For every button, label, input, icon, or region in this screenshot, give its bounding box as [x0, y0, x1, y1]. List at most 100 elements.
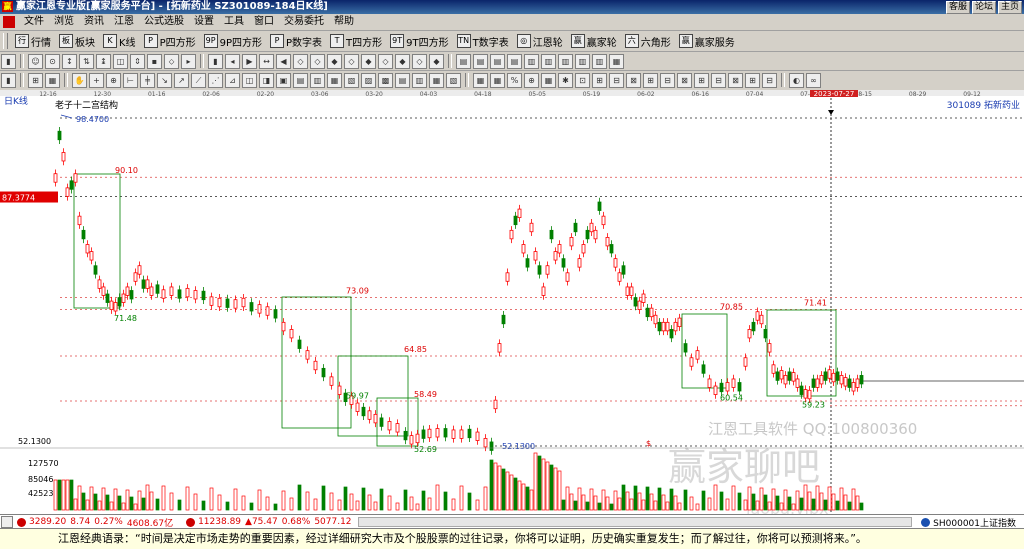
draw-tool-icon-14[interactable]: ◂: [225, 53, 240, 69]
draw-tool-icon-11[interactable]: ▸: [181, 53, 196, 69]
homepage-link[interactable]: 主页: [997, 1, 1022, 14]
tool-tool-icon-7[interactable]: ⊕: [106, 72, 121, 88]
tool-tool-icon-2[interactable]: ⊞: [28, 72, 43, 88]
tool-tool-icon-17[interactable]: ▣: [276, 72, 291, 88]
tool-tool-icon-43[interactable]: ⊟: [711, 72, 726, 88]
quotes-button[interactable]: 行行情: [11, 34, 55, 49]
tool-tool-icon-27[interactable]: ▧: [446, 72, 461, 88]
draw-tool-icon-2[interactable]: ☺: [28, 53, 43, 69]
draw-tool-icon-28[interactable]: ▤: [456, 53, 471, 69]
kline-chart[interactable]: 12-16 12-30 01-16 02-06 02-20 03-06 03-20 04-03…: [0, 90, 1024, 518]
gann-wheel-button[interactable]: ◎ 江恩轮: [513, 34, 567, 49]
tool-tool-icon-13[interactable]: ⋰: [208, 72, 223, 88]
tool-tool-icon-48[interactable]: ◐: [789, 72, 804, 88]
customer-service-link[interactable]: 客服: [945, 1, 970, 14]
winner-service-button[interactable]: 赢赢家服务: [675, 34, 739, 49]
tool-tool-icon-9[interactable]: ╪: [140, 72, 155, 88]
tool-tool-icon-45[interactable]: ⊞: [745, 72, 760, 88]
p-square-button[interactable]: P P四方形: [140, 34, 200, 49]
draw-tool-icon-16[interactable]: ↔: [259, 53, 274, 69]
tool-tool-icon-41[interactable]: ⊠: [677, 72, 692, 88]
draw-tool-icon-36[interactable]: ▥: [592, 53, 607, 69]
draw-tool-icon-13[interactable]: ▮: [208, 53, 223, 69]
tool-tool-icon-5[interactable]: ✋: [72, 72, 87, 88]
tool-tool-icon-30[interactable]: ▦: [490, 72, 505, 88]
tool-tool-icon-0[interactable]: ▮: [1, 72, 16, 88]
draw-tool-icon-8[interactable]: ⇕: [130, 53, 145, 69]
tool-tool-icon-49[interactable]: ∞: [806, 72, 821, 88]
tool-tool-icon-35[interactable]: ⊡: [575, 72, 590, 88]
menu-window[interactable]: 窗口: [249, 14, 279, 30]
tool-tool-icon-25[interactable]: ▥: [412, 72, 427, 88]
draw-tool-icon-30[interactable]: ▤: [490, 53, 505, 69]
tool-tool-icon-37[interactable]: ⊟: [609, 72, 624, 88]
draw-tool-icon-31[interactable]: ▤: [507, 53, 522, 69]
hexagon-button[interactable]: 六六角形: [621, 34, 675, 49]
draw-tool-icon-17[interactable]: ◀: [276, 53, 291, 69]
menu-browse[interactable]: 浏览: [49, 14, 79, 30]
tool-tool-icon-29[interactable]: ▦: [473, 72, 488, 88]
tool-tool-icon-8[interactable]: ⊢: [123, 72, 138, 88]
tool-tool-icon-31[interactable]: %: [507, 72, 522, 88]
tool-tool-icon-39[interactable]: ⊞: [643, 72, 658, 88]
tool-tool-icon-6[interactable]: +: [89, 72, 104, 88]
draw-tool-icon-5[interactable]: ⇅: [79, 53, 94, 69]
tool-tool-icon-15[interactable]: ◫: [242, 72, 257, 88]
tool-tool-icon-36[interactable]: ⊞: [592, 72, 607, 88]
tool-tool-icon-14[interactable]: ⊿: [225, 72, 240, 88]
tool-tool-icon-38[interactable]: ⊠: [626, 72, 641, 88]
tool-tool-icon-21[interactable]: ▧: [344, 72, 359, 88]
tool-tool-icon-44[interactable]: ⊠: [728, 72, 743, 88]
draw-tool-icon-37[interactable]: ▦: [609, 53, 624, 69]
tool-tool-icon-20[interactable]: ▦: [327, 72, 342, 88]
status-scrollbar[interactable]: [357, 517, 913, 527]
draw-tool-icon-26[interactable]: ◆: [429, 53, 444, 69]
kline-button[interactable]: K K线: [99, 34, 140, 49]
9t-square-button[interactable]: 9T 9T四方形: [386, 34, 452, 49]
tool-tool-icon-33[interactable]: ▦: [541, 72, 556, 88]
tool-tool-icon-40[interactable]: ⊟: [660, 72, 675, 88]
draw-tool-icon-35[interactable]: ▥: [575, 53, 590, 69]
draw-tool-icon-19[interactable]: ◇: [310, 53, 325, 69]
draw-tool-icon-9[interactable]: ▪: [147, 53, 162, 69]
tool-tool-icon-10[interactable]: ↘: [157, 72, 172, 88]
t-number-table-button[interactable]: TN T数字表: [453, 34, 513, 49]
tool-tool-icon-11[interactable]: ↗: [174, 72, 189, 88]
draw-tool-icon-4[interactable]: ↕: [62, 53, 77, 69]
t-square-button[interactable]: T T四方形: [326, 34, 386, 49]
draw-tool-icon-29[interactable]: ▤: [473, 53, 488, 69]
kline-chart-panel[interactable]: 12-16 12-30 01-16 02-06 02-20 03-06 03-20 04-03…: [0, 90, 1024, 518]
draw-tool-icon-18[interactable]: ◇: [293, 53, 308, 69]
tool-tool-icon-24[interactable]: ▤: [395, 72, 410, 88]
draw-tool-icon-25[interactable]: ◇: [412, 53, 427, 69]
menu-gann[interactable]: 江恩: [109, 14, 139, 30]
tool-tool-icon-16[interactable]: ◨: [259, 72, 274, 88]
tool-tool-icon-34[interactable]: ✱: [558, 72, 573, 88]
draw-tool-icon-22[interactable]: ◆: [361, 53, 376, 69]
tool-tool-icon-32[interactable]: ⊕: [524, 72, 539, 88]
draw-tool-icon-6[interactable]: ↨: [96, 53, 111, 69]
menu-news[interactable]: 资讯: [79, 14, 109, 30]
draw-tool-icon-34[interactable]: ▥: [558, 53, 573, 69]
tool-tool-icon-23[interactable]: ▩: [378, 72, 393, 88]
forum-link[interactable]: 论坛: [971, 1, 996, 14]
draw-tool-icon-10[interactable]: ⬦: [164, 53, 179, 69]
draw-tool-icon-21[interactable]: ◇: [344, 53, 359, 69]
menu-file[interactable]: 文件: [19, 14, 49, 30]
9p-square-button[interactable]: 9P 9P四方形: [200, 34, 266, 49]
draw-tool-icon-15[interactable]: ▶: [242, 53, 257, 69]
draw-tool-icon-7[interactable]: ◫: [113, 53, 128, 69]
tool-tool-icon-42[interactable]: ⊞: [694, 72, 709, 88]
tool-tool-icon-18[interactable]: ▤: [293, 72, 308, 88]
index-select-icon[interactable]: [921, 517, 931, 527]
tool-tool-icon-26[interactable]: ▦: [429, 72, 444, 88]
draw-tool-icon-33[interactable]: ▥: [541, 53, 556, 69]
sectors-button[interactable]: 板板块: [55, 34, 99, 49]
menu-formula-select[interactable]: 公式选股: [139, 14, 189, 30]
tool-tool-icon-19[interactable]: ▥: [310, 72, 325, 88]
tool-tool-icon-12[interactable]: ⟋: [191, 72, 206, 88]
draw-tool-icon-3[interactable]: ⊙: [45, 53, 60, 69]
draw-tool-icon-23[interactable]: ◇: [378, 53, 393, 69]
winner-wheel-button[interactable]: 赢赢家轮: [567, 34, 621, 49]
menu-trade[interactable]: 交易委托: [279, 14, 329, 30]
